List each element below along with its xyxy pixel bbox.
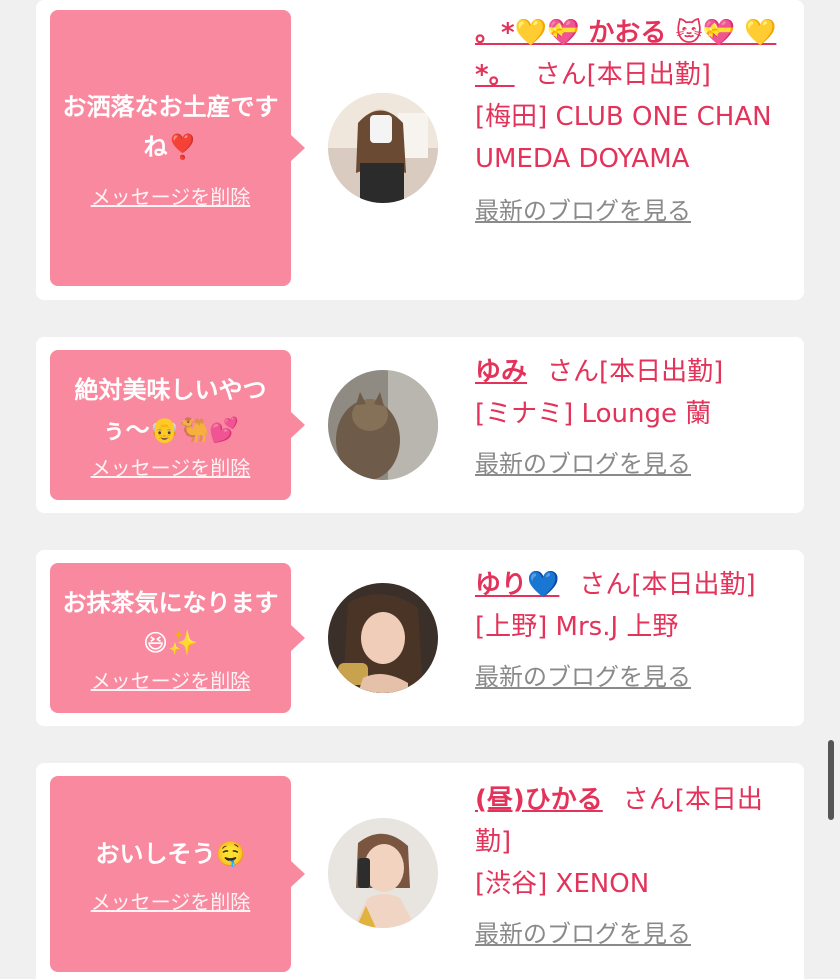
cast-info: (昼)ひかる さん[本日出勤] [渋谷] XENON 最新のブログを見る bbox=[475, 779, 795, 955]
cast-info: 。*💛💝 かおる 🐱💝 💛*。 さん[本日出勤] [梅田] CLUB ONE CH… bbox=[475, 12, 795, 232]
message-text: お洒落なお土産ですね❣️ bbox=[62, 92, 279, 161]
cast-name-link[interactable]: ゆり💙 bbox=[475, 570, 559, 600]
avatar[interactable] bbox=[328, 818, 438, 928]
cast-status: さん[本日出勤] bbox=[579, 570, 756, 600]
message-card: お抹茶気になります😆✨ メッセージを削除 ゆり💙 さん[本日出勤] [上野] Mr… bbox=[36, 550, 804, 726]
latest-blog-link[interactable]: 最新のブログを見る bbox=[475, 190, 795, 232]
latest-blog-link[interactable]: 最新のブログを見る bbox=[475, 443, 795, 485]
avatar-image bbox=[328, 93, 438, 203]
avatar[interactable] bbox=[328, 93, 438, 203]
scrollbar[interactable] bbox=[828, 740, 834, 820]
avatar[interactable] bbox=[328, 370, 438, 480]
delete-message-link[interactable]: メッセージを削除 bbox=[91, 181, 251, 210]
latest-blog-link[interactable]: 最新のブログを見る bbox=[475, 913, 795, 955]
message-card: おいしそう🤤 メッセージを削除 (昼)ひかる さん[本日出勤] [渋谷] XENO… bbox=[36, 763, 804, 979]
avatar-image bbox=[328, 370, 438, 480]
message-bubble: お抹茶気になります😆✨ メッセージを削除 bbox=[50, 563, 305, 713]
cast-name-link[interactable]: ゆみ bbox=[475, 357, 527, 387]
shop-name: [上野] Mrs.J 上野 bbox=[475, 612, 679, 642]
cast-name-link[interactable]: (昼)ひかる bbox=[475, 785, 603, 815]
avatar-image bbox=[328, 818, 438, 928]
delete-message-link[interactable]: メッセージを削除 bbox=[91, 665, 251, 694]
message-bubble: 絶対美味しいやつぅ〜👴🐫💕 メッセージを削除 bbox=[50, 350, 305, 500]
shop-name: [渋谷] XENON bbox=[475, 869, 650, 899]
latest-blog-link[interactable]: 最新のブログを見る bbox=[475, 656, 795, 698]
delete-message-link[interactable]: メッセージを削除 bbox=[91, 452, 251, 481]
shop-name: [梅田] CLUB ONE CHAN UMEDA DOYAMA bbox=[475, 102, 772, 174]
cast-status: さん[本日出勤] bbox=[534, 60, 711, 90]
message-bubble: お洒落なお土産ですね❣️ メッセージを削除 bbox=[50, 10, 305, 286]
message-card: 絶対美味しいやつぅ〜👴🐫💕 メッセージを削除 ゆみ さん[本日出勤] [ミナミ] … bbox=[36, 337, 804, 513]
avatar-image bbox=[328, 583, 438, 693]
message-text: 絶対美味しいやつぅ〜👴🐫💕 bbox=[74, 375, 267, 444]
cast-status: さん[本日出勤] bbox=[547, 357, 724, 387]
cast-info: ゆり💙 さん[本日出勤] [上野] Mrs.J 上野 最新のブログを見る bbox=[475, 564, 795, 698]
message-bubble: おいしそう🤤 メッセージを削除 bbox=[50, 776, 305, 972]
delete-message-link[interactable]: メッセージを削除 bbox=[91, 886, 251, 915]
shop-name: [ミナミ] Lounge 蘭 bbox=[475, 399, 712, 429]
cast-info: ゆみ さん[本日出勤] [ミナミ] Lounge 蘭 最新のブログを見る bbox=[475, 351, 795, 485]
message-text: お抹茶気になります😆✨ bbox=[62, 588, 279, 657]
message-card: お洒落なお土産ですね❣️ メッセージを削除 。*💛💝 かおる 🐱💝 💛*。 さん[… bbox=[36, 0, 804, 300]
avatar[interactable] bbox=[328, 583, 438, 693]
message-text: おいしそう🤤 bbox=[95, 839, 246, 868]
